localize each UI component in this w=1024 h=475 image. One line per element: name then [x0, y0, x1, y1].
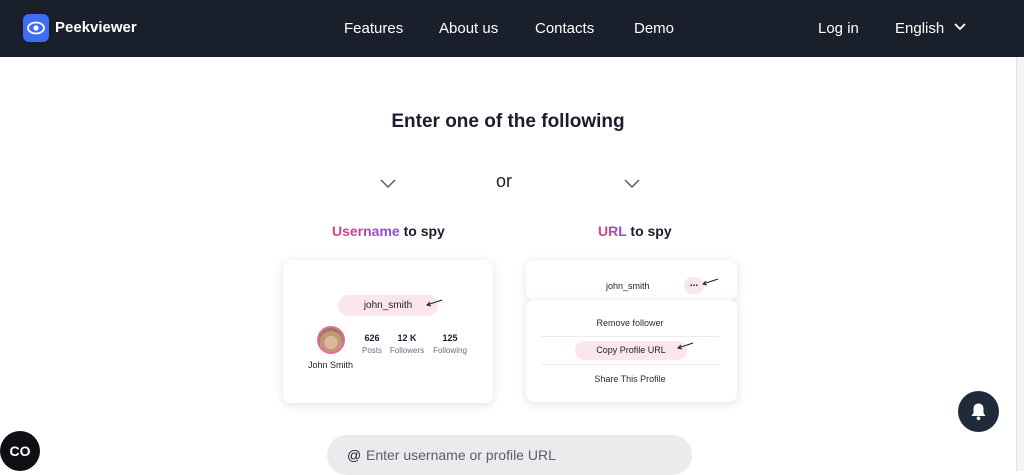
stat-followers-value: 12 K [397, 333, 417, 343]
nav-link-demo[interactable]: Demo [634, 20, 674, 37]
chevron-down-icon [624, 179, 640, 189]
stat-following-value: 125 [442, 333, 458, 343]
login-link[interactable]: Log in [818, 20, 859, 37]
username-label: Username to spy [332, 223, 445, 239]
logo-eye-icon[interactable] [23, 14, 49, 42]
page-scrollbar[interactable] [1016, 57, 1024, 471]
menu-item-share-profile: Share This Profile [594, 374, 666, 384]
top-navbar: Peekviewer Features About us Contacts De… [0, 0, 1024, 57]
chevron-down-icon[interactable] [953, 22, 967, 32]
pointer-arrow-icon [426, 299, 443, 307]
bell-icon [971, 403, 986, 421]
nav-link-about-us[interactable]: About us [439, 20, 498, 37]
page-title: Enter one of the following [391, 111, 625, 132]
username-example-card [283, 260, 493, 403]
brand-name[interactable]: Peekviewer [55, 19, 137, 36]
at-icon: @ [347, 447, 362, 463]
notification-bell-button[interactable] [958, 391, 999, 432]
menu-item-remove-follower: Remove follower [596, 318, 664, 328]
chat-widget-button[interactable]: CO [0, 431, 40, 471]
pointer-arrow-icon [677, 342, 694, 350]
username-label-highlight: Username [332, 223, 400, 239]
or-separator: or [496, 171, 513, 191]
nav-link-features[interactable]: Features [344, 20, 403, 37]
menu-divider [541, 336, 719, 337]
pointer-arrow-icon [702, 278, 719, 286]
username-pill: john_smith [338, 295, 438, 316]
url-label: URL to spy [598, 223, 672, 239]
stat-following-label: Following [433, 346, 467, 355]
chevron-down-icon [380, 179, 396, 189]
menu-divider [541, 364, 719, 365]
stat-posts-value: 626 [364, 333, 380, 343]
avatar [317, 326, 345, 354]
menu-item-copy-profile-url: Copy Profile URL [575, 341, 687, 360]
url-card-username: john_smith [606, 281, 650, 291]
nav-link-contacts[interactable]: Contacts [535, 20, 594, 37]
url-label-highlight: URL [598, 223, 627, 239]
search-input[interactable] [366, 445, 666, 465]
username-label-rest: to spy [399, 223, 445, 239]
language-select[interactable]: English [895, 20, 944, 37]
profile-name: John Smith [308, 360, 354, 370]
url-label-rest: to spy [626, 223, 672, 239]
